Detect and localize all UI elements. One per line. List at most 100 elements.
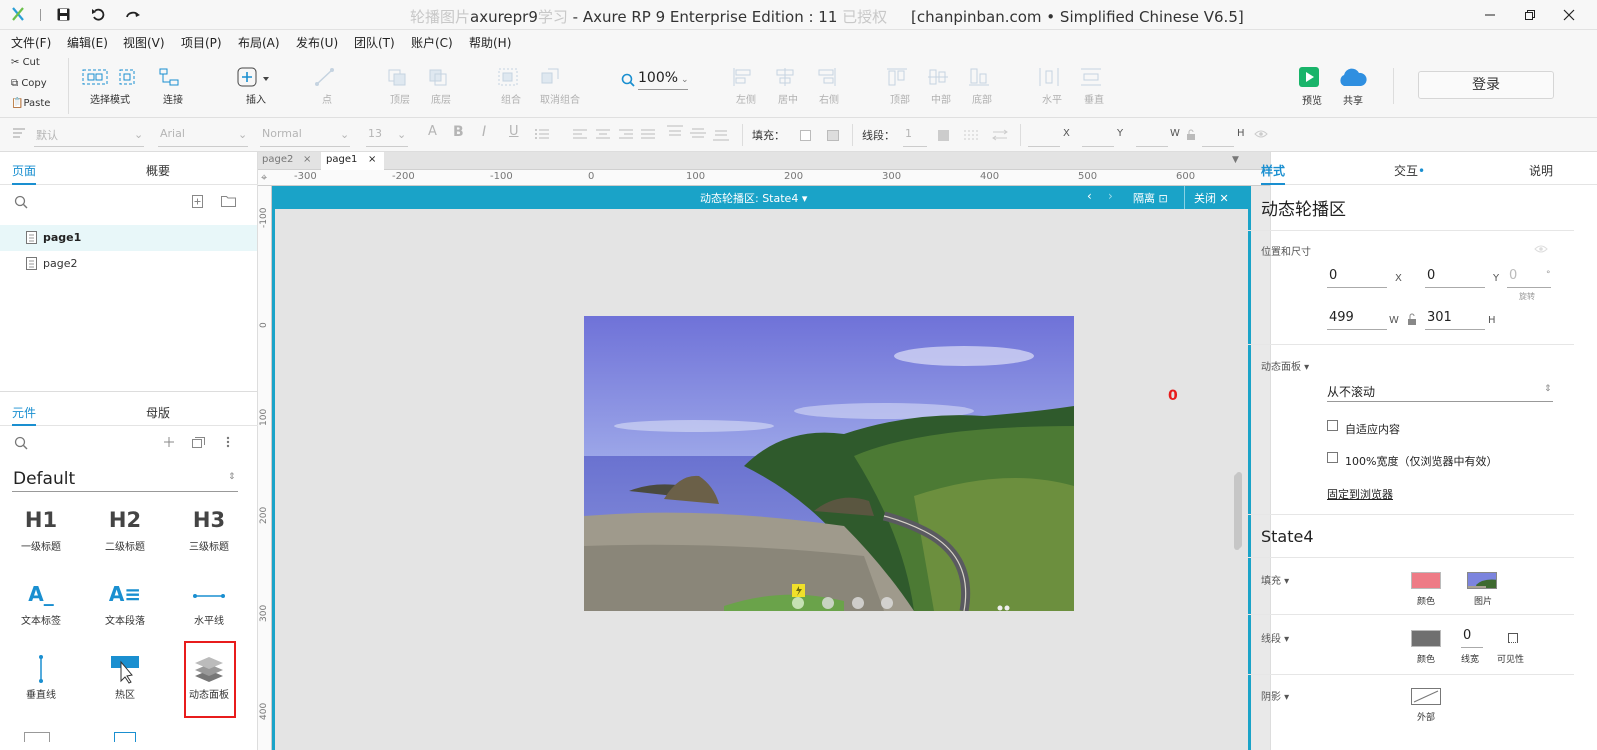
rotation-input[interactable]: 0 [1507, 268, 1551, 288]
stroke-visibility-icon[interactable] [1508, 633, 1518, 643]
outer-shadow-swatch[interactable] [1411, 688, 1441, 705]
x-input[interactable] [1028, 123, 1060, 147]
font-weight-select[interactable]: Normal ⌄ [260, 123, 350, 147]
stroke-color-swatch[interactable] [1411, 630, 1441, 647]
stroke-pattern-icon[interactable] [964, 129, 980, 141]
fill-color-swatch[interactable] [800, 130, 811, 141]
pin-to-browser-link[interactable]: 固定到浏览器 [1327, 486, 1393, 502]
widget-heading3[interactable]: H3 三级标题 [178, 508, 240, 566]
prev-state-icon[interactable]: ‹ [1087, 189, 1092, 203]
widget-paragraph[interactable]: A≡ 文本段落 [94, 582, 156, 640]
page-item-page2[interactable]: page2 [0, 251, 257, 277]
w-input[interactable] [1136, 123, 1168, 147]
save-icon[interactable] [57, 8, 70, 21]
align-right-button[interactable]: 右侧 [815, 67, 843, 106]
full-width-checkbox[interactable] [1327, 452, 1338, 463]
close-window-icon[interactable] [1546, 0, 1592, 30]
tab-interactions[interactable]: 交互• [1394, 162, 1425, 179]
widget-text-label[interactable]: A_ 文本标签 [10, 582, 72, 640]
widget-heading2[interactable]: H2 二级标题 [94, 508, 156, 566]
align-top-button[interactable]: 顶部 [886, 67, 914, 106]
italic-icon[interactable]: I [482, 124, 486, 140]
isolate-button[interactable]: 隔离 ⊡ [1133, 190, 1168, 206]
width-input[interactable]: 499 [1327, 310, 1387, 330]
widget-heading1[interactable]: H1 一级标题 [10, 508, 72, 566]
panel-resize-handle[interactable] [1234, 474, 1240, 550]
menu-file[interactable]: 文件(F) [11, 34, 51, 51]
add-page-icon[interactable] [192, 195, 204, 208]
y-input[interactable] [1082, 123, 1114, 147]
tab-masters[interactable]: 母版 [146, 404, 170, 421]
zoom-select[interactable]: 100% ⌄ [638, 70, 689, 90]
tab-pages[interactable]: 页面 [12, 162, 36, 179]
align-left-button[interactable]: 左侧 [732, 67, 760, 106]
align-text-left-icon[interactable] [573, 128, 587, 140]
lock-ratio-icon[interactable] [1186, 129, 1196, 140]
undo-icon[interactable] [91, 8, 105, 21]
visibility-eye-icon[interactable] [1254, 129, 1268, 139]
tab-style[interactable]: 样式 [1261, 162, 1285, 179]
login-button[interactable]: 登录 [1418, 71, 1554, 99]
bullet-list-icon[interactable] [534, 128, 550, 140]
widget-vertical-line[interactable]: 垂直线 [10, 654, 72, 712]
close-panel-button[interactable]: 关闭 ✕ [1194, 190, 1229, 206]
align-text-right-icon[interactable] [619, 128, 633, 140]
align-bottom-button[interactable]: 底部 [968, 67, 996, 106]
widget-horizontal-line[interactable]: 水平线 [178, 582, 240, 640]
visibility-eye-icon[interactable] [1534, 244, 1548, 254]
bring-to-front-button[interactable]: 顶层 [386, 67, 414, 106]
redo-icon[interactable] [125, 8, 141, 21]
add-folder-icon[interactable] [221, 195, 236, 207]
underline-icon[interactable]: U [509, 124, 519, 139]
more-options-icon[interactable] [226, 436, 230, 448]
close-tab-icon[interactable]: × [368, 154, 376, 165]
fill-image-thumbnail[interactable] [1467, 572, 1497, 589]
close-tab-icon[interactable]: × [303, 154, 311, 165]
x-position-input[interactable]: 0 [1327, 268, 1387, 288]
point-button[interactable]: 点 [314, 67, 340, 106]
stroke-color-swatch[interactable] [938, 130, 949, 141]
cut-button[interactable]: ✂ Cut [11, 57, 40, 68]
style-select[interactable]: 默认 ⌄ [34, 123, 144, 147]
panel-state-select[interactable]: 动态轮播区: State4 ▾ [700, 190, 807, 206]
menu-help[interactable]: 帮助(H) [469, 34, 511, 51]
tab-widgets[interactable]: 元件 [12, 404, 36, 421]
doc-tab-page1[interactable]: page1 × [321, 152, 384, 171]
paste-button[interactable]: 📋Paste [11, 98, 50, 109]
preview-button[interactable]: 预览 [1298, 66, 1326, 107]
add-library-icon[interactable] [163, 436, 175, 448]
page-item-page1[interactable]: page1 [0, 225, 257, 251]
h-input[interactable] [1202, 123, 1234, 147]
page-search-icon[interactable] [14, 195, 28, 209]
align-text-center-icon[interactable] [596, 128, 610, 140]
menu-view[interactable]: 视图(V) [123, 34, 165, 51]
menu-account[interactable]: 账户(C) [411, 34, 453, 51]
menu-project[interactable]: 项目(P) [181, 34, 222, 51]
fill-color-swatch[interactable] [1411, 572, 1441, 589]
scroll-behavior-select[interactable]: 从不滚动 ⇕ [1327, 380, 1553, 402]
menu-layout[interactable]: 布局(A) [238, 34, 280, 51]
next-state-icon[interactable]: › [1108, 189, 1113, 203]
connect-button[interactable]: 连接 [158, 67, 188, 106]
carousel-image[interactable] [584, 316, 1074, 611]
tab-list-dropdown-icon[interactable]: ▼ [1232, 155, 1239, 165]
library-select[interactable]: Default ⇕ [12, 468, 238, 492]
ungroup-button[interactable]: 取消组合 [538, 67, 582, 106]
lock-aspect-icon[interactable] [1407, 313, 1417, 325]
arrow-style-icon[interactable] [992, 129, 1008, 141]
height-input[interactable]: 301 [1425, 310, 1485, 330]
menu-team[interactable]: 团队(T) [354, 34, 395, 51]
distribute-vertical-button[interactable]: 垂直 [1080, 67, 1108, 106]
distribute-horizontal-button[interactable]: 水平 [1038, 67, 1066, 106]
stroke-width-input[interactable]: 1 [903, 123, 927, 147]
align-middle-button[interactable]: 中部 [927, 67, 955, 106]
send-to-back-button[interactable]: 底层 [427, 67, 455, 106]
widget-hotspot[interactable]: 热区 [94, 654, 156, 712]
shadow-swatch[interactable] [827, 130, 839, 141]
y-position-input[interactable]: 0 [1425, 268, 1485, 288]
tab-outline[interactable]: 概要 [146, 162, 170, 179]
tab-notes[interactable]: 说明 [1529, 162, 1553, 179]
menu-edit[interactable]: 编辑(E) [67, 34, 108, 51]
format-painter-icon[interactable] [12, 127, 26, 139]
widget-name[interactable]: 动态轮播区 [1261, 195, 1346, 220]
